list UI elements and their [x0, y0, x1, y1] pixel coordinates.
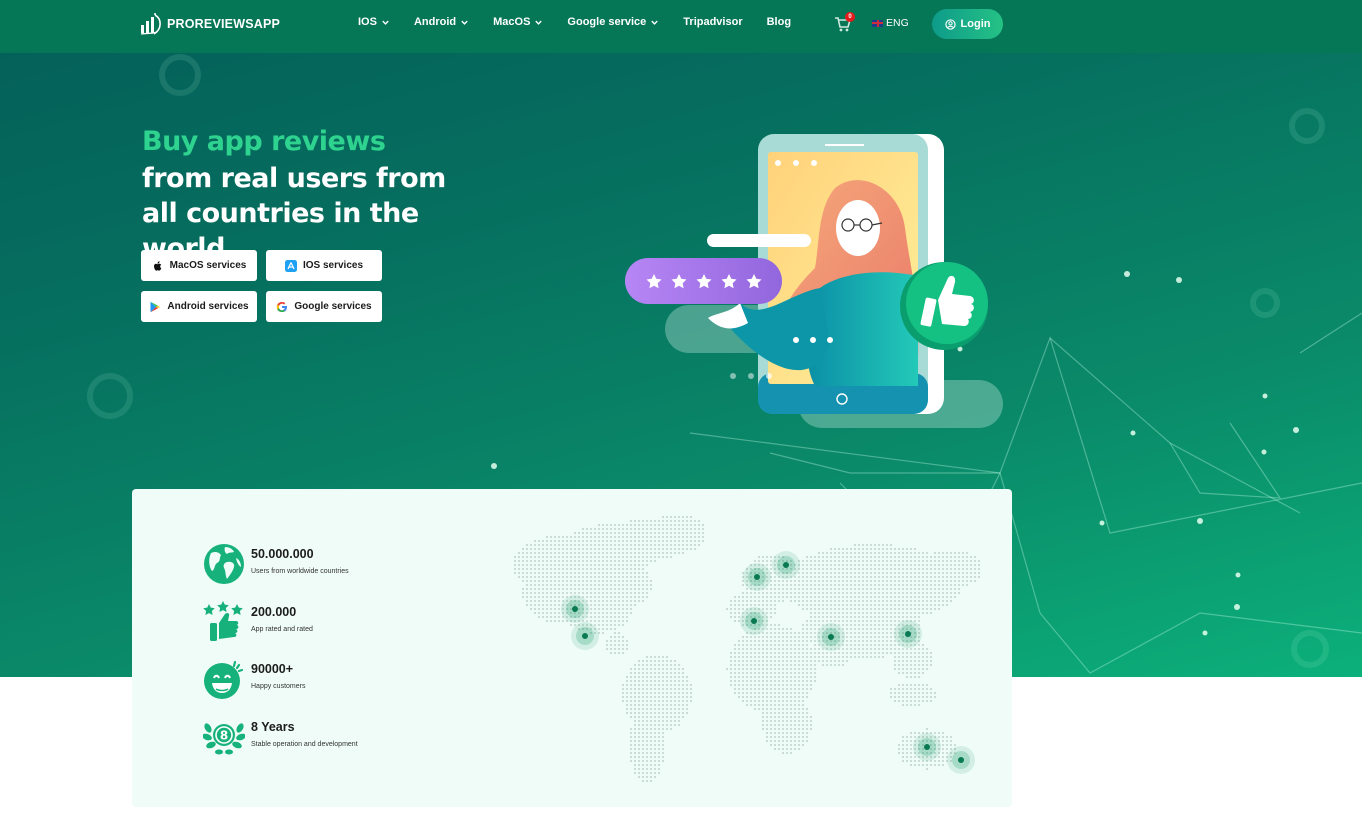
stat-value: 90000+	[251, 662, 294, 676]
nav-label: Tripadvisor	[683, 16, 743, 28]
logo[interactable]: PROREVIEWSAPP	[140, 12, 280, 36]
uk-flag-icon	[872, 19, 883, 27]
top-navbar: PROREVIEWSAPP IOS Android MacOS Google s…	[0, 0, 1362, 53]
google-services-button[interactable]: Google services	[266, 291, 382, 322]
chevron-down-icon	[382, 20, 389, 25]
map-location-marker	[947, 746, 975, 774]
chevron-down-icon	[651, 20, 659, 25]
stat-ratings: 200.000 App rated and rated	[203, 601, 313, 643]
stats-card: 50.000.000 Users from worldwide countrie…	[132, 489, 1012, 807]
nav-item-ios[interactable]: IOS	[358, 16, 390, 28]
nav-item-blog[interactable]: Blog	[767, 16, 791, 28]
map-location-marker	[740, 607, 768, 635]
laurel-eight-icon: 8	[203, 723, 245, 755]
map-location-marker	[571, 622, 599, 650]
speech-bar	[707, 234, 811, 247]
stat-value: 200.000	[251, 605, 297, 619]
language-label: ENG	[886, 17, 909, 29]
globe-icon	[204, 544, 244, 584]
login-label: Login	[960, 18, 991, 30]
map-location-marker	[743, 563, 771, 591]
nav-item-android[interactable]: Android	[414, 16, 469, 28]
macos-services-button[interactable]: MacOS services	[141, 250, 257, 281]
nav-label: Android	[413, 16, 457, 28]
nav-item-macos[interactable]: MacOS	[493, 16, 543, 28]
stat-label: App rated and rated	[251, 626, 313, 633]
user-circle-icon	[944, 18, 956, 30]
nav-label: IOS	[358, 16, 377, 28]
chevron-down-icon	[535, 20, 543, 25]
stat-customers: 90000+ Happy customers	[203, 658, 305, 700]
map-location-marker	[913, 733, 941, 761]
button-label: Google services	[294, 301, 372, 312]
app-store-icon	[284, 259, 297, 272]
stat-years: 8 8 Years Stable operation and developme…	[203, 716, 358, 758]
nav-item-tripadvisor[interactable]: Tripadvisor	[683, 16, 742, 28]
apple-icon	[153, 260, 161, 271]
logo-text: PROREVIEWSAPP	[167, 17, 281, 31]
nav-item-google-service[interactable]: Google service	[567, 16, 659, 28]
main-nav: IOS Android MacOS Google service Tripadv…	[358, 16, 815, 28]
android-services-button[interactable]: Android services	[141, 291, 257, 322]
google-icon	[277, 301, 288, 312]
stat-users: 50.000.000 Users from worldwide countrie…	[203, 543, 349, 585]
map-location-marker	[772, 551, 800, 579]
stat-value: 50.000.000	[251, 547, 314, 561]
google-play-icon	[150, 301, 161, 312]
stars-thumbs-up-icon	[203, 601, 243, 641]
svg-text:8: 8	[220, 729, 228, 743]
cart-count-badge: 0	[845, 12, 855, 22]
login-button[interactable]: Login	[932, 9, 1003, 39]
dotted-world-map	[513, 515, 981, 783]
stat-label: Happy customers	[251, 683, 306, 690]
happy-face-icon	[204, 660, 244, 699]
hero-title-highlight: Buy app reviews	[142, 126, 386, 157]
logo-icon	[140, 13, 161, 35]
hero-illustration	[625, 134, 1003, 428]
button-label: MacOS services	[169, 260, 247, 271]
map-location-marker	[817, 623, 845, 651]
button-label: Android services	[167, 301, 249, 312]
page: PROREVIEWSAPP IOS Android MacOS Google s…	[0, 0, 1362, 818]
stat-label: Users from worldwide countries	[251, 568, 349, 575]
chevron-down-icon	[461, 20, 468, 25]
nav-label: MacOS	[493, 16, 531, 28]
nav-label: Google service	[567, 16, 647, 28]
stat-label: Stable operation and development	[251, 741, 358, 748]
button-label: IOS services	[302, 260, 364, 271]
stat-value: 8 Years	[251, 720, 295, 734]
language-selector[interactable]: ENG	[872, 17, 909, 29]
map-location-marker	[894, 620, 922, 648]
map-location-marker	[561, 595, 589, 623]
ios-services-button[interactable]: IOS services	[266, 250, 382, 281]
nav-label: Blog	[766, 16, 792, 28]
